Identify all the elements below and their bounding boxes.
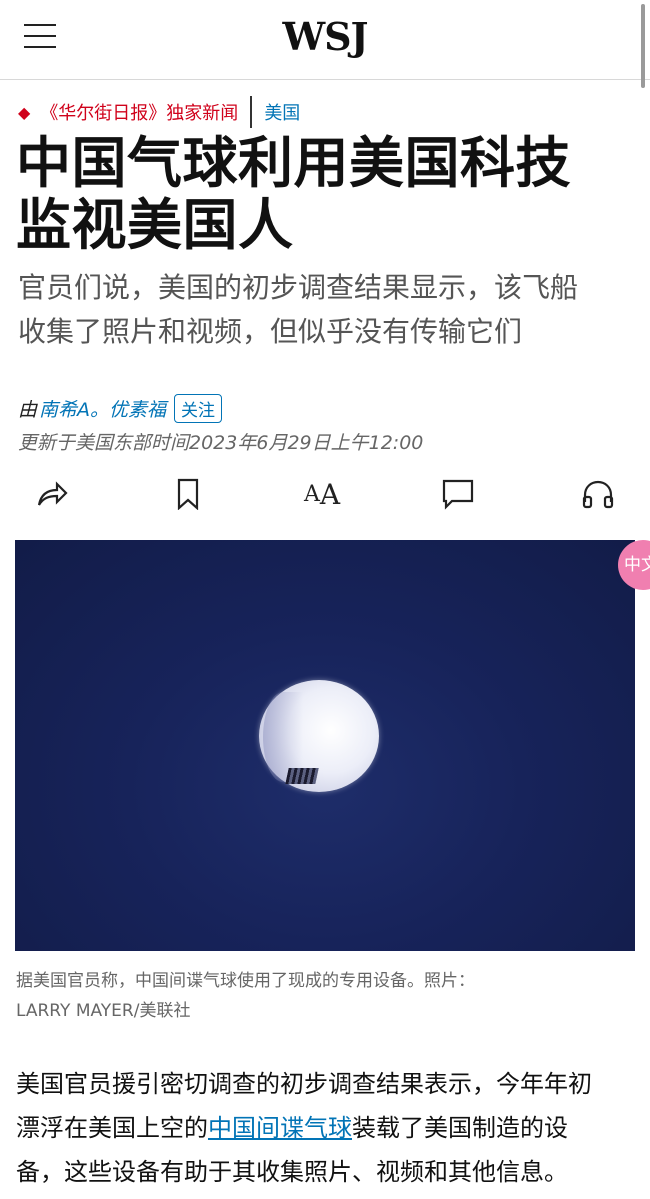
headphones-icon[interactable] xyxy=(574,470,622,518)
article-photo[interactable] xyxy=(15,540,635,951)
body-line-3: 备，这些设备有助于其收集照片、视频和其他信息。 xyxy=(16,1158,568,1186)
exclusive-label: 《华尔街日报》独家新闻 xyxy=(40,103,239,124)
bookmark-icon[interactable] xyxy=(164,470,212,518)
text-size-button[interactable]: AA xyxy=(298,470,346,518)
article-kicker: ◆ 《华尔街日报》独家新闻 美国 xyxy=(18,96,300,128)
balloon-payload xyxy=(285,768,319,784)
scrollbar[interactable] xyxy=(641,4,645,88)
comment-icon[interactable] xyxy=(434,470,482,518)
top-bar: WSJ xyxy=(0,0,650,88)
caption-credit: LARRY MAYER/美联社 xyxy=(16,1001,191,1021)
byline-prefix: 由 xyxy=(18,399,38,421)
author-link[interactable]: 南希A。优素福 xyxy=(39,395,166,422)
spy-balloon-link[interactable]: 中国间谍气球 xyxy=(208,1114,352,1142)
subhead-line-1: 官员们说，美国的初步调查结果显示，该飞船 xyxy=(18,271,579,304)
article-subhead: 官员们说，美国的初步调查结果显示，该飞船 收集了照片和视频，但似乎没有传输它们 xyxy=(18,266,630,354)
body-line-2b: 装载了美国制造的设 xyxy=(352,1114,568,1142)
photo-caption: 据美国官员称，中国间谍气球使用了现成的专用设备。照片： LARRY MAYER/… xyxy=(16,966,616,1026)
body-line-1: 美国官员援引密切调查的初步调查结果表示，今年年初 xyxy=(16,1070,592,1098)
exclusive-diamond-icon: ◆ xyxy=(18,102,31,122)
text-size-small: A xyxy=(303,481,320,507)
byline: 由 南希A。优素福 关注 xyxy=(18,394,223,423)
body-line-2a: 漂浮在美国上空的 xyxy=(16,1114,208,1142)
subhead-line-2: 收集了照片和视频，但似乎没有传输它们 xyxy=(18,315,523,348)
headline-line-1: 中国气球利用美国科技 xyxy=(16,131,572,195)
article-timestamp: 更新于美国东部时间2023年6月29日上午12:00 xyxy=(18,432,424,454)
wsj-logo[interactable]: WSJ xyxy=(0,14,650,59)
article-body: 美国官员援引密切调查的初步调查结果表示，今年年初 漂浮在美国上空的中国间谍气球装… xyxy=(16,1062,636,1194)
article-toolbar: AA xyxy=(0,470,650,518)
article-headline: 中国气球利用美国科技 监视美国人 xyxy=(16,132,636,256)
text-size-big: A xyxy=(319,477,341,511)
section-link-us[interactable]: 美国 xyxy=(264,99,300,125)
caption-line-1: 据美国官员称，中国间谍气球使用了现成的专用设备。照片： xyxy=(16,971,475,991)
kicker-divider xyxy=(250,96,253,128)
headline-line-2: 监视美国人 xyxy=(16,193,294,257)
share-icon[interactable] xyxy=(28,470,76,518)
follow-button[interactable]: 关注 xyxy=(174,394,223,423)
